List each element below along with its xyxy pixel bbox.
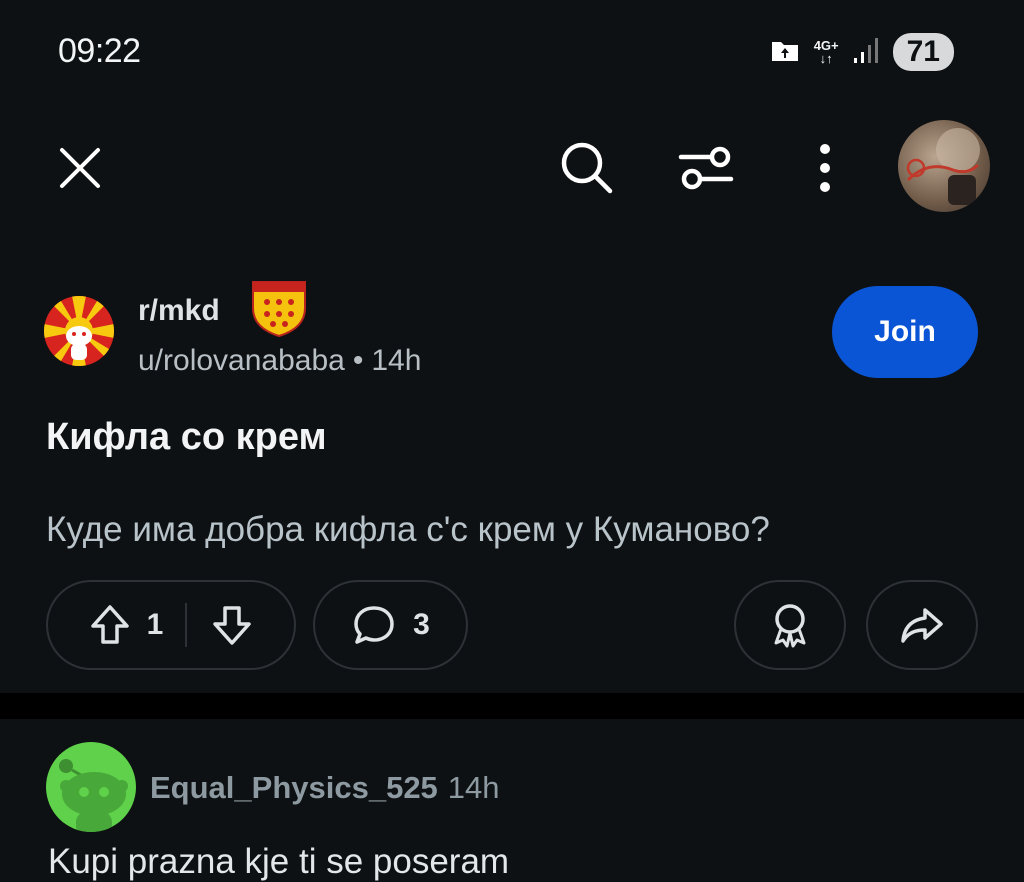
subreddit-avatar[interactable]	[44, 296, 114, 366]
comment-bubble-icon	[354, 606, 394, 644]
user-avatar-button[interactable]	[898, 120, 990, 212]
upvote-arrow-icon	[90, 605, 129, 644]
comment-age: 14h	[447, 770, 500, 805]
comments-button[interactable]: 3	[313, 580, 468, 670]
search-button[interactable]	[555, 136, 619, 200]
comment-author[interactable]: Equal_Physics_525 14h	[150, 770, 500, 806]
post-actions: 1 3	[46, 580, 978, 670]
meta-separator: •	[352, 344, 364, 377]
snoo-avatar-image	[59, 759, 128, 832]
status-icons: 4G+ ↓↑ 71	[770, 32, 954, 72]
vote-count: 1	[146, 608, 164, 641]
post-author[interactable]: u/rolovanababa	[138, 344, 345, 377]
upvote-button[interactable]	[87, 602, 133, 648]
status-time: 09:22	[58, 32, 141, 70]
close-icon	[60, 148, 100, 188]
more-vertical-icon	[820, 144, 830, 192]
vote-divider	[185, 603, 188, 647]
vote-pill: 1	[46, 580, 296, 670]
subreddit-avatar-image	[44, 296, 114, 366]
sort-filter-button[interactable]	[674, 136, 738, 200]
join-button[interactable]: Join	[832, 286, 978, 378]
share-arrow-icon	[901, 608, 943, 643]
comment-author-name[interactable]: Equal_Physics_525	[150, 770, 438, 805]
section-separator	[0, 693, 1024, 719]
comment: Equal_Physics_525 14h Kupi prazna kje ti …	[46, 740, 986, 882]
post-age: 14h	[371, 344, 422, 377]
share-button[interactable]	[866, 580, 978, 670]
award-button[interactable]	[734, 580, 846, 670]
subreddit-coat-of-arms-icon	[249, 278, 309, 343]
downvote-arrow-icon	[213, 606, 252, 645]
post-body: Куде има добра кифла с'с крем у Куманово…	[46, 510, 770, 549]
top-toolbar	[0, 120, 1024, 212]
comment-count: 3	[413, 608, 430, 641]
search-icon	[561, 142, 613, 194]
battery-indicator: 71	[892, 33, 954, 71]
user-avatar-image	[906, 128, 980, 205]
status-bar: 09:22 4G+ ↓↑ 71	[0, 0, 1024, 100]
downvote-button[interactable]	[209, 602, 255, 648]
post-header: r/mkd u/rolovanababa • 14h Join	[44, 281, 984, 382]
award-icon	[774, 604, 806, 648]
network-type-icon: 4G+ ↓↑	[813, 38, 839, 66]
signal-icon	[853, 36, 879, 69]
post-meta: u/rolovanababa • 14h	[138, 344, 421, 378]
comment-text: Kupi prazna kje ti se poseram	[48, 842, 510, 881]
close-button[interactable]	[50, 138, 110, 198]
comment-author-avatar[interactable]	[46, 742, 136, 832]
upload-notification-icon	[770, 37, 800, 68]
subreddit-name[interactable]: r/mkd	[138, 294, 220, 328]
more-options-button[interactable]	[800, 136, 850, 200]
sort-filter-icon	[678, 146, 734, 190]
post-title: Кифла со крем	[46, 416, 327, 458]
